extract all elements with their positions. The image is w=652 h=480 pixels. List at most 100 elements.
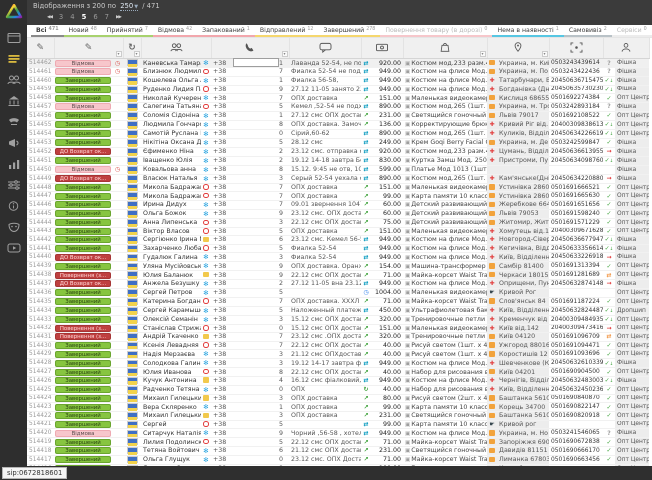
table-row[interactable]: 514439ЗавершенийУляна Мусійовська✻+389ОП… bbox=[27, 262, 649, 271]
ttn-number[interactable]: 0501691093696 bbox=[549, 350, 603, 359]
product-cell[interactable]: ▣Майка-корсет Waist Trainer *142 bbox=[403, 438, 487, 447]
ttn-number[interactable]: 20450632824487 bbox=[549, 306, 603, 315]
product-cell[interactable]: ▣Крем Goqi Berry Facial Cream *3 bbox=[403, 138, 487, 147]
table-row[interactable]: 514455ЗавершенийЛюдмила Гончарова✻+388ОП… bbox=[27, 120, 649, 129]
product-cell[interactable]: ▣Маленькая видеокамера SQ8 * bbox=[403, 288, 487, 297]
ttn-number[interactable]: 0501690672838 bbox=[549, 438, 603, 447]
product-cell[interactable]: ▣Маленькая видеокамера SQ8 * bbox=[403, 94, 487, 103]
client-name[interactable]: Михаил Гилецький bbox=[141, 394, 201, 403]
manager-comment[interactable]: 27.12 11-05 занято 23.12 см bbox=[289, 85, 361, 94]
table-row[interactable]: 514442ЗавершенийСергіюнко Ірина Ми+38623… bbox=[27, 236, 649, 245]
manager-comment[interactable]: 23.12 смс. отправка от Сок bbox=[289, 147, 361, 156]
client-name[interactable]: Лилия Подолинская bbox=[141, 438, 201, 447]
manager-comment[interactable]: ОПХ доставка bbox=[289, 192, 361, 201]
ttn-number[interactable] bbox=[549, 420, 603, 429]
product-column-header[interactable]: ▾ bbox=[403, 38, 487, 59]
client-name[interactable]: Станіслав Стрижак bbox=[141, 324, 201, 333]
ttn-number[interactable]: 20400309671628 bbox=[549, 227, 603, 236]
product-cell[interactable]: ▣Корректирующие брюки Hollyw bbox=[403, 120, 487, 129]
ttn-number[interactable]: 20450633356614 bbox=[549, 244, 603, 253]
ttn-number[interactable]: 0501690822147 bbox=[549, 403, 603, 412]
manager-comment[interactable]: 23.12 смс .ОПХ доставка bbox=[289, 333, 361, 342]
manager-column-header[interactable] bbox=[603, 38, 649, 59]
client-column-header[interactable] bbox=[141, 38, 211, 59]
tab-Запакований[interactable]: Запакований1 bbox=[197, 25, 255, 37]
product-cell[interactable]: ▣Костюм на флисе Мод.1014 (1шт. x 949.00 bbox=[403, 253, 487, 262]
client-name[interactable]: Михаил Гилецький bbox=[141, 412, 201, 421]
ttn-number[interactable]: 20450633226918 bbox=[549, 253, 603, 262]
client-name[interactable]: Вера Скляренко bbox=[141, 403, 201, 412]
product-cell[interactable]: ▣Светящийся гоночный трек Ма bbox=[403, 412, 487, 421]
ttn-number[interactable]: 0501691651656 bbox=[549, 200, 603, 209]
client-name[interactable]: Ольга Глущук bbox=[141, 455, 201, 464]
video-icon[interactable] bbox=[0, 237, 27, 258]
ttn-number[interactable]: 0503241546065 bbox=[549, 429, 603, 438]
table-row[interactable]: 514428ЗавершенийСолодкова Галина В✻+3831… bbox=[27, 359, 649, 368]
client-name[interactable]: Каневська Тамара bbox=[141, 59, 201, 68]
product-cell[interactable]: ▣Майка-корсет Waist Trainer *142 bbox=[403, 297, 487, 306]
ttn-number[interactable]: 20450635730230 bbox=[549, 85, 603, 94]
product-cell[interactable]: ▣Маленькая видеокамера SQ8 * bbox=[403, 227, 487, 236]
client-name[interactable]: Ирина Дидух bbox=[141, 200, 201, 209]
info-icon[interactable] bbox=[0, 195, 27, 216]
ttn-number[interactable]: 0501690904500 bbox=[549, 368, 603, 377]
comment-column-header[interactable] bbox=[289, 38, 361, 59]
ttn-number[interactable]: 0501691096709 bbox=[549, 333, 603, 342]
tab-Відправлений[interactable]: Відправлений12 bbox=[255, 25, 319, 37]
client-name[interactable]: Андрій Ткаченко bbox=[141, 333, 201, 342]
ttn-column-header[interactable] bbox=[549, 38, 603, 59]
manager-comment[interactable]: Фиалка 52-54 не подходит bbox=[289, 68, 361, 77]
client-name[interactable]: Самотій Руслана Во bbox=[141, 129, 201, 138]
product-cell[interactable]: ▣Тренировочные петли TRX Train bbox=[403, 315, 487, 324]
ttn-number[interactable]: 20400309473416 bbox=[549, 324, 603, 333]
table-row[interactable]: 514424ЗавершенийМихаил Гилецький+383ОПХ … bbox=[27, 394, 649, 403]
manager-comment[interactable]: 15.12 смс ОПХ доставка bbox=[289, 324, 361, 333]
ttn-number[interactable]: 0503242599847 bbox=[549, 138, 603, 147]
client-name[interactable]: Соломія Сідоніна bbox=[141, 111, 201, 120]
client-name[interactable]: Тетяна Войтович bbox=[141, 446, 201, 455]
dashboard-icon[interactable] bbox=[0, 27, 27, 48]
ttn-number[interactable]: 20450636677947 bbox=[549, 236, 603, 245]
client-name[interactable]: Захарченко Люба bbox=[141, 244, 201, 253]
manager-comment[interactable]: ОПХ доставка. Замочки bbox=[289, 120, 361, 129]
ttn-number[interactable]: 0503242893184 bbox=[549, 103, 603, 112]
product-cell[interactable]: ▣Рисуй светом (1шт. x 40.00 = 40 bbox=[403, 341, 487, 350]
client-name[interactable]: Руденко Лидия Пав bbox=[141, 85, 201, 94]
manager-comment[interactable]: 22.12 смс ОПХ доставка. Х bbox=[289, 438, 361, 447]
ttn-number[interactable]: 0501691665630 bbox=[549, 192, 603, 201]
page-number[interactable]: 6 bbox=[93, 13, 97, 21]
client-name[interactable]: Салегина Татьяна С bbox=[141, 103, 201, 112]
product-cell[interactable]: ▣Детский развивающий констру bbox=[403, 218, 487, 227]
table-row[interactable]: 514437ДО Возврат ок...Анжела Безушку✻+38… bbox=[27, 279, 649, 288]
product-cell[interactable]: ▣Костюм на флисе Мод.1014 (1шт. x 949.00 bbox=[403, 76, 487, 85]
ttn-number[interactable]: 0501691281689 bbox=[549, 271, 603, 280]
manager-comment[interactable]: ОПХ доставка bbox=[289, 394, 361, 403]
tab-Відмова[interactable]: Відмова42 bbox=[153, 25, 197, 37]
statistics-icon[interactable] bbox=[0, 153, 27, 174]
manager-comment[interactable]: 22.12 смс ОПХ доставка bbox=[289, 368, 361, 377]
product-cell[interactable]: ▣Набор для рисования в темнот bbox=[403, 385, 487, 394]
client-name[interactable]: Ольга Божок bbox=[141, 209, 201, 218]
ttn-number[interactable]: 0501692274384 bbox=[549, 94, 603, 103]
product-cell[interactable]: ▣Рисуй светом (2шт. x 40.00 = 80 bbox=[403, 394, 487, 403]
table-row[interactable]: 514440ДО Возврат ок...Гудалюк Галина✻+38… bbox=[27, 253, 649, 262]
ttn-number[interactable]: 20450636613955 bbox=[549, 147, 603, 156]
ttn-number[interactable]: 20450632483003 bbox=[549, 376, 603, 385]
table-row[interactable]: 514458ЗавершенийНиколай Кучеренко✻+387ОП… bbox=[27, 94, 649, 103]
product-cell[interactable]: ▣Костюм на флисе Мод.1014 (1шт. x 949.00 bbox=[403, 279, 487, 288]
product-cell[interactable]: ▣Платье Мод 1013 (1шт. x 599.00 bbox=[403, 165, 487, 174]
client-name[interactable]: Віктор Власов bbox=[141, 227, 201, 236]
ttn-number[interactable]: 20400309838613 bbox=[549, 120, 603, 129]
id-column-header[interactable]: ✎ bbox=[27, 38, 54, 59]
client-name[interactable]: Гудалюк Галина bbox=[141, 253, 201, 262]
table-row[interactable]: 514420ВідмоваСитарчук Наталія Гр✻+389Чор… bbox=[27, 429, 649, 438]
status-column-header[interactable]: ✎▾ bbox=[54, 38, 123, 59]
table-row[interactable]: 514426ЗавершенийКучук Антонина+38416.12 … bbox=[27, 376, 649, 385]
manager-comment[interactable]: 23.12 смс. Кемел 56-58 bbox=[289, 236, 361, 245]
product-cell[interactable]: ▣Майка-корсет Waist Trainer *142 bbox=[403, 271, 487, 280]
last-page-button[interactable]: ▶▶ bbox=[116, 15, 121, 20]
ttn-number[interactable]: 20400309484935 bbox=[549, 315, 603, 324]
product-cell[interactable]: ▣Рисуй светом (1шт. x 40.00 = 40 bbox=[403, 350, 487, 359]
manager-comment[interactable]: ОПХ доставка bbox=[289, 227, 361, 236]
page-number[interactable]: 7 bbox=[105, 13, 109, 21]
